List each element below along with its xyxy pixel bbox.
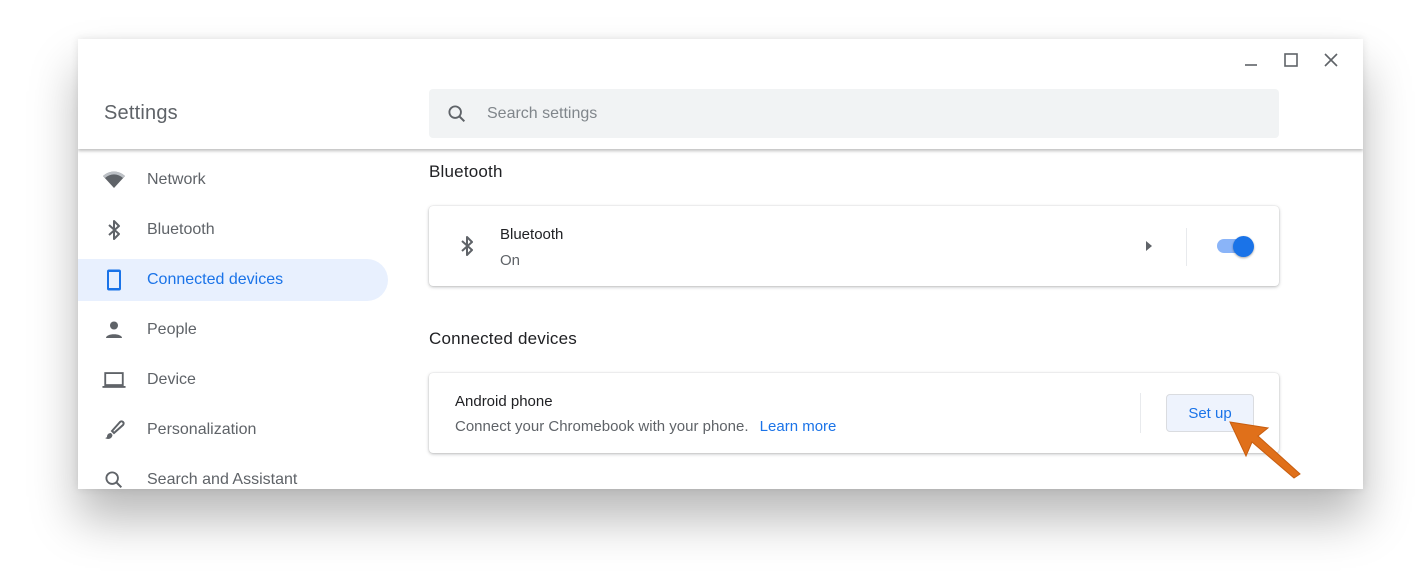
connected-devices-section-title: Connected devices [429,329,577,348]
minimize-icon [1245,64,1257,66]
toggle-knob [1233,236,1254,257]
app-title: Settings [104,102,178,124]
brush-icon [102,418,126,442]
sidebar-item-label: Network [147,171,206,188]
sidebar-item-label: Search and Assistant [147,471,298,488]
android-phone-card: Android phone Connect your Chromebook wi… [429,373,1279,453]
wifi-icon [102,168,126,192]
settings-window: Settings Network Bluetooth Connected dev [78,39,1363,489]
bluetooth-status: On [500,252,521,269]
android-phone-description: Connect your Chromebook with your phone.… [455,418,836,435]
title-bar: Settings [78,39,1363,149]
search-input[interactable] [487,104,1187,123]
person-icon [102,318,126,342]
sidebar-item-personalization[interactable]: Personalization [78,409,388,451]
sidebar-item-device[interactable]: Device [78,359,388,401]
minimize-button[interactable] [1231,49,1271,71]
sidebar-item-search-and-assistant[interactable]: Search and Assistant [78,459,388,489]
sidebar-item-people[interactable]: People [78,309,388,351]
bluetooth-card[interactable]: Bluetooth On [429,206,1279,286]
sidebar-item-connected-devices[interactable]: Connected devices [78,259,388,301]
bluetooth-toggle[interactable] [1215,236,1255,258]
search-icon [445,102,469,126]
divider [1140,393,1141,433]
android-phone-title: Android phone [455,393,553,410]
sidebar-item-network[interactable]: Network [78,159,388,201]
pointer-arrow-icon [1229,421,1301,479]
bluetooth-icon [455,234,479,258]
sidebar-item-bluetooth[interactable]: Bluetooth [78,209,388,251]
divider [1186,228,1187,266]
search-icon [102,468,126,489]
bluetooth-card-title: Bluetooth [500,226,564,243]
maximize-button[interactable] [1271,49,1311,71]
bluetooth-icon [102,218,126,242]
sidebar-item-label: Connected devices [147,271,284,288]
window-controls [1231,49,1351,71]
description-text: Connect your Chromebook with your phone. [455,418,749,435]
search-box[interactable] [429,89,1279,138]
phone-icon [102,268,126,292]
laptop-icon [102,368,126,392]
sidebar-item-label: Bluetooth [147,221,215,238]
sidebar-item-label: Device [147,371,196,388]
close-button[interactable] [1311,49,1351,71]
learn-more-link[interactable]: Learn more [760,418,837,435]
sidebar-item-label: Personalization [147,421,257,438]
close-icon [1324,53,1338,67]
maximize-icon [1284,53,1298,67]
sidebar-item-label: People [147,321,197,338]
bluetooth-section-title: Bluetooth [429,162,503,181]
sidebar-nav: Network Bluetooth Connected devices Peop… [78,159,388,489]
chevron-right-icon[interactable] [1143,237,1155,255]
